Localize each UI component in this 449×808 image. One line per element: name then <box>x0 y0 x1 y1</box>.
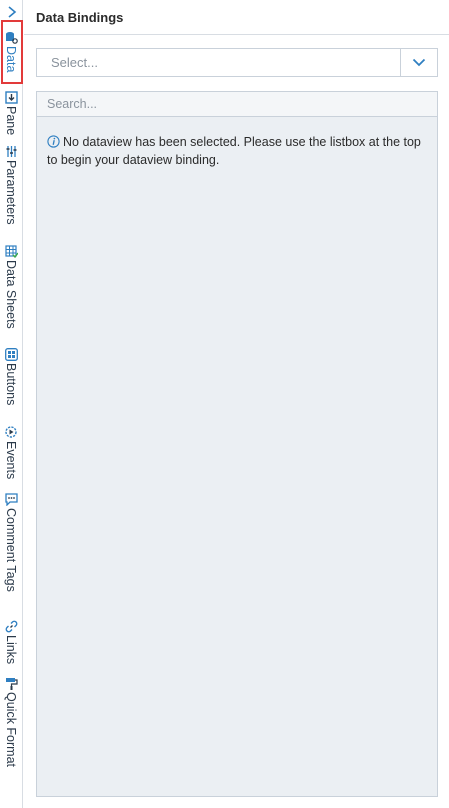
tab-pane[interactable]: Pane <box>0 90 23 138</box>
tab-data-label: Data <box>4 46 18 73</box>
link-icon <box>4 619 18 633</box>
tab-comment-tags-label: Comment Tags <box>4 508 18 592</box>
info-icon <box>47 135 60 148</box>
data-bindings-panel: Data Bindings Select... No dataview has … <box>24 0 449 808</box>
no-dataview-message: No dataview has been selected. Please us… <box>47 133 429 169</box>
tab-comment-tags[interactable]: Comment Tags <box>0 492 23 614</box>
dataview-select[interactable]: Select... <box>36 48 438 77</box>
tab-links[interactable]: Links <box>0 619 23 675</box>
no-dataview-message-text: No dataview has been selected. Please us… <box>47 135 421 167</box>
dataview-select-placeholder: Select... <box>51 55 98 70</box>
panel-title: Data Bindings <box>36 9 124 25</box>
pane-download-icon <box>4 90 18 104</box>
tab-events-label: Events <box>4 441 18 480</box>
chevron-down-icon <box>412 58 426 67</box>
events-gear-play-icon <box>4 425 18 439</box>
tab-buttons[interactable]: Buttons <box>0 347 23 417</box>
tab-parameters-label: Parameters <box>4 160 18 225</box>
dataview-list-panel: No dataview has been selected. Please us… <box>36 91 438 797</box>
tab-data-sheets-label: Data Sheets <box>4 260 18 329</box>
collapse-chevron-icon[interactable] <box>4 4 19 19</box>
tab-events[interactable]: Events <box>0 425 23 491</box>
panel-header: Data Bindings <box>24 0 449 35</box>
data-sheet-check-icon <box>4 244 18 258</box>
tab-links-label: Links <box>4 635 18 665</box>
tab-quick-format-label: Quick Format <box>4 692 18 768</box>
tab-quick-format[interactable]: Quick Format <box>0 676 23 796</box>
comment-icon <box>4 492 18 506</box>
tab-pane-label: Pane <box>4 106 18 136</box>
dataview-select-toggle[interactable] <box>400 49 437 76</box>
tab-buttons-label: Buttons <box>4 363 18 406</box>
tab-parameters[interactable]: Parameters <box>0 144 23 244</box>
parameters-sliders-icon <box>4 144 18 158</box>
paint-roller-icon <box>4 676 18 690</box>
database-search-icon <box>4 30 18 44</box>
tab-data[interactable]: Data <box>0 30 23 90</box>
side-tab-rail: Data Pane Parameters Data Sheets Buttons… <box>0 0 23 808</box>
search-input[interactable] <box>37 92 437 117</box>
buttons-grid-icon <box>4 347 18 361</box>
tab-data-sheets[interactable]: Data Sheets <box>0 244 23 354</box>
